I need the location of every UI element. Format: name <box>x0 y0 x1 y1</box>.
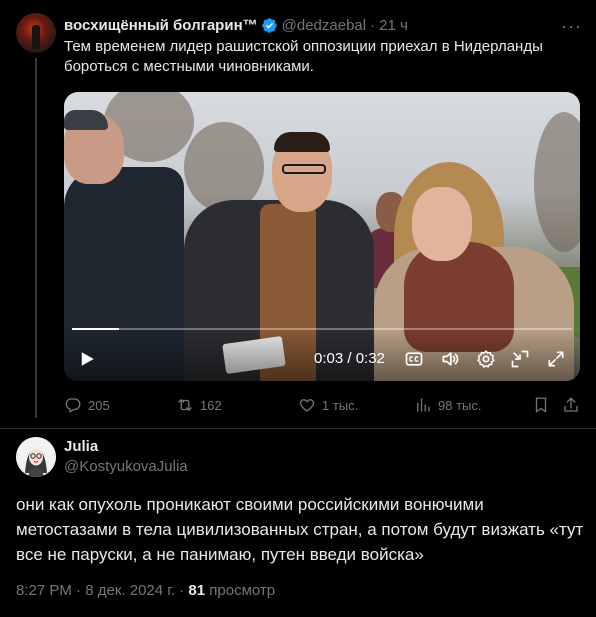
volume-icon[interactable] <box>440 349 460 369</box>
reply-author-handle[interactable]: @KostyukovaJulia <box>64 458 188 475</box>
share-icon <box>564 397 578 412</box>
reply-icon <box>65 398 81 413</box>
tweet-text: Тем временем лидер рашистской оппозиции … <box>64 38 543 75</box>
settings-icon[interactable] <box>476 349 496 369</box>
reply-meta: 8:27 PM · 8 дек. 2024 г. · 81 просмотр <box>16 582 275 599</box>
divider <box>0 428 596 429</box>
captions-icon[interactable] <box>404 349 424 369</box>
reply-author-avatar[interactable] <box>16 437 56 477</box>
meta-separator: · <box>179 582 185 599</box>
video-player[interactable]: 0:03 / 0:32 <box>64 92 580 381</box>
views-icon <box>417 398 430 412</box>
like-button[interactable]: 1 тыс. <box>298 394 358 416</box>
video-progress-bar[interactable] <box>72 328 572 330</box>
retweet-button[interactable]: 162 <box>176 394 222 416</box>
retweet-count: 162 <box>200 397 222 413</box>
author-name[interactable]: восхищённый болгарин™ <box>64 17 258 34</box>
minimize-icon[interactable] <box>510 349 530 369</box>
reply-time[interactable]: 8:27 PM <box>16 582 72 599</box>
reply-views-count: 81 <box>188 582 206 599</box>
reply-author-name[interactable]: Julia <box>64 438 98 455</box>
tweet-header: восхищённый болгарин™ @dedzaebal · 21 ч <box>64 15 408 35</box>
thread-line <box>35 58 37 418</box>
reply-button[interactable]: 205 <box>64 394 110 416</box>
tweet-actions: 205 162 1 тыс. 98 тыс. <box>64 394 580 416</box>
separator-dot: · <box>370 16 376 34</box>
video-progress-fill <box>72 328 119 330</box>
verified-badge-icon <box>261 17 277 33</box>
share-button[interactable] <box>562 394 586 416</box>
reply-text: они как опухоль проникают своими российс… <box>16 495 584 564</box>
reply-date[interactable]: 8 дек. 2024 г. <box>85 582 175 599</box>
like-icon <box>299 399 315 412</box>
bookmark-button[interactable] <box>532 394 556 416</box>
like-count: 1 тыс. <box>322 397 359 413</box>
more-icon[interactable]: ··· <box>561 16 582 37</box>
tweet-time[interactable]: 21 ч <box>379 17 408 34</box>
reply-count: 205 <box>88 397 110 413</box>
video-time: 0:03 / 0:32 <box>314 350 385 367</box>
meta-separator: · <box>76 582 82 599</box>
views-button[interactable]: 98 тыс. <box>414 394 481 416</box>
author-handle[interactable]: @dedzaebal <box>282 17 366 34</box>
reply-views-label: просмотр <box>209 582 276 599</box>
retweet-icon <box>178 399 192 411</box>
play-icon[interactable] <box>78 350 96 368</box>
author-avatar[interactable] <box>16 13 56 53</box>
views-count: 98 тыс. <box>438 397 482 413</box>
bookmark-icon <box>535 397 547 413</box>
fullscreen-icon[interactable] <box>546 349 566 369</box>
